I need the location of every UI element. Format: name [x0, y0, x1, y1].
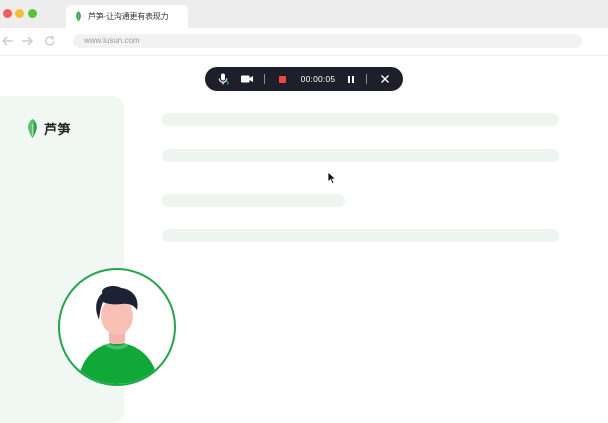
camera-avatar[interactable] — [58, 268, 176, 386]
app-logo[interactable]: 芦笋 — [25, 119, 71, 138]
person-avatar-icon — [78, 286, 158, 384]
lusun-leaf-icon — [28, 119, 37, 138]
toolbar-divider — [366, 74, 367, 84]
back-arrow-icon[interactable] — [1, 34, 15, 48]
skeleton-line — [162, 194, 345, 207]
pause-icon[interactable] — [344, 67, 358, 91]
tab-title: 芦笋·让沟通更有表现力 — [88, 12, 169, 21]
recording-timer: 00:00:05 — [295, 67, 341, 91]
logo-text: 芦笋 — [44, 122, 72, 137]
close-window-button[interactable] — [3, 9, 12, 18]
close-icon[interactable] — [378, 67, 392, 91]
timer-text: 00:00:05 — [300, 74, 336, 84]
recording-toolbar: 00:00:05 — [205, 67, 403, 91]
camera-icon[interactable] — [239, 67, 255, 91]
minimize-window-button[interactable] — [15, 9, 24, 18]
forward-arrow-icon[interactable] — [20, 34, 34, 48]
stop-icon[interactable] — [275, 67, 289, 91]
maximize-window-button[interactable] — [28, 9, 37, 18]
address-bar[interactable]: www.lusun.com — [73, 34, 582, 48]
skeleton-line — [162, 149, 559, 162]
toolbar-divider — [264, 74, 265, 84]
skeleton-line — [162, 113, 559, 126]
browser-window: 芦笋·让沟通更有表现力 www.lusun.com 00:00:05 芦笋 — [0, 0, 608, 423]
browser-tab[interactable]: 芦笋·让沟通更有表现力 — [66, 5, 188, 28]
skeleton-line — [162, 229, 559, 242]
reload-icon[interactable] — [43, 34, 57, 48]
title-bar: 芦笋·让沟通更有表现力 — [0, 0, 608, 28]
mouse-cursor-icon — [327, 171, 337, 185]
microphone-icon[interactable] — [215, 67, 231, 91]
lusun-leaf-icon — [76, 11, 81, 22]
